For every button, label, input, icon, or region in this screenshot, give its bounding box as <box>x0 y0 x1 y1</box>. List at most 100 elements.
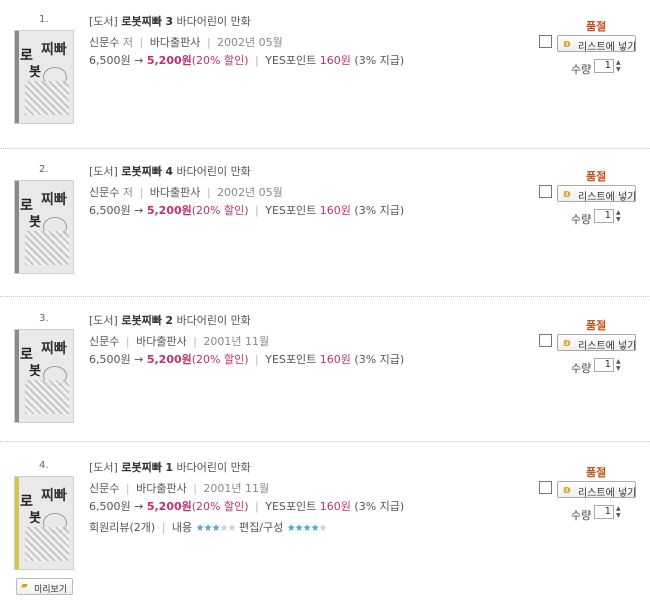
book-title-link[interactable]: 로봇찌빠 <box>121 461 161 474</box>
select-checkbox[interactable] <box>539 185 552 198</box>
add-to-list-button[interactable]: ʚ 리스트에 넣기 <box>557 334 636 352</box>
select-checkbox[interactable] <box>539 481 552 494</box>
rating-edit-stars: ★★★★★ <box>286 523 328 534</box>
points-label: YES포인트 <box>265 353 317 366</box>
status-badge: 품절 <box>586 466 607 479</box>
rating-content-label: 내용 <box>171 521 193 534</box>
cover-art <box>25 231 69 265</box>
member-review-link[interactable]: 회원리뷰 <box>89 521 129 534</box>
basket-icon: ʚ <box>563 483 572 496</box>
product-item-4: 4. 로 봇 찌빠 [도서] 로봇찌빠 1 바다어린이 만화 신문수 | 바다출… <box>0 446 650 613</box>
down-arrow-icon[interactable]: ▼ <box>616 365 624 372</box>
cover-art-glyph: 찌빠 <box>41 488 67 504</box>
publisher-link[interactable]: 바다출판사 <box>150 186 201 199</box>
points-value: 160원 <box>319 204 351 217</box>
divider: | <box>139 186 144 199</box>
quantity-input[interactable]: 1 <box>594 358 614 372</box>
book-cover[interactable]: 로 봇 찌빠 <box>14 329 74 423</box>
quantity-input[interactable]: 1 <box>594 209 614 223</box>
divider: | <box>255 204 259 217</box>
preview-label: 미리보기 <box>34 585 68 595</box>
sale-price: 5,200원 <box>146 54 192 67</box>
basket-icon: ʚ <box>563 37 572 50</box>
cover-stripe <box>15 181 19 273</box>
quantity-input[interactable]: 1 <box>594 505 614 519</box>
review-line: 회원리뷰(2개) | 내용 ★★★★★ 편집/구성 ★★★★★ <box>89 519 328 535</box>
price-line: 6,500원 → 5,200원(20% 할인) | YES포인트 160원 (3… <box>89 498 404 514</box>
points-label: YES포인트 <box>265 204 317 217</box>
divider: | <box>255 353 259 366</box>
book-title-link[interactable]: 로봇찌빠 <box>121 165 161 178</box>
book-cover[interactable]: 로 봇 찌빠 <box>14 476 74 570</box>
list-price: 6,500원 <box>89 500 131 513</box>
sale-price: 5,200원 <box>146 204 192 217</box>
divider: | <box>206 186 211 199</box>
category-label: [도서] <box>89 165 118 178</box>
title-line: [도서] 로봇찌빠 4 바다어린이 만화 <box>89 163 251 179</box>
down-arrow-icon[interactable]: ▼ <box>616 66 624 73</box>
add-to-list-button[interactable]: ʚ 리스트에 넣기 <box>557 481 637 499</box>
cover-art-glyph: 봇 <box>29 364 41 379</box>
quantity-stepper[interactable]: ▲ ▼ <box>616 209 624 223</box>
title-line: [도서] 로봇찌빠 1 바다어린이 만화 <box>89 459 251 475</box>
price-line: 6,500원 → 5,200원(20% 할인) | YES포인트 160원 (3… <box>89 351 404 367</box>
divider: | <box>206 36 211 49</box>
preview-button[interactable]: ▰ 미리보기 <box>16 578 73 595</box>
down-arrow-icon[interactable]: ▼ <box>616 512 624 519</box>
select-checkbox[interactable] <box>539 334 552 347</box>
up-arrow-icon[interactable]: ▲ <box>616 505 624 512</box>
select-checkbox[interactable] <box>539 35 552 48</box>
cover-art <box>25 527 69 561</box>
publisher-link[interactable]: 바다출판사 <box>136 335 187 348</box>
list-price: 6,500원 <box>89 54 131 67</box>
publisher-link[interactable]: 바다출판사 <box>136 482 187 495</box>
publish-date: 2001년 11월 <box>203 482 270 495</box>
down-arrow-icon[interactable]: ▼ <box>616 216 624 223</box>
cover-stripe <box>15 31 19 123</box>
publish-date: 2002년 05월 <box>217 36 283 49</box>
discount-rate: (20% 할인) <box>191 204 249 217</box>
points-value: 160원 <box>319 500 351 513</box>
arrow-icon: → <box>134 353 144 366</box>
divider: | <box>161 521 166 534</box>
author-link[interactable]: 신문수 <box>89 36 119 49</box>
quantity-stepper[interactable]: ▲ ▼ <box>616 358 624 372</box>
book-title-link[interactable]: 로봇찌빠 <box>121 314 161 327</box>
author-link[interactable]: 신문수 <box>89 186 119 199</box>
author-link[interactable]: 신문수 <box>89 482 119 495</box>
product-item-3: 3. 로 봇 찌빠 [도서] 로봇찌빠 2 바다어린이 만화 신문수 | 바다출… <box>0 299 650 447</box>
up-arrow-icon[interactable]: ▲ <box>616 59 624 66</box>
add-to-list-button[interactable]: ʚ 리스트에 넣기 <box>557 35 636 53</box>
add-to-list-label: 리스트에 넣기 <box>578 488 637 499</box>
quantity-stepper[interactable]: ▲ ▼ <box>616 505 624 519</box>
arrow-icon: → <box>134 204 144 217</box>
cover-art-glyph: 찌빠 <box>41 192 67 208</box>
divider: | <box>255 54 259 67</box>
book-title-link[interactable]: 로봇찌빠 <box>121 15 161 28</box>
basket-icon: ʚ <box>563 187 572 200</box>
item-number: 2. <box>39 164 49 175</box>
quantity-input[interactable]: 1 <box>594 59 614 73</box>
divider: | <box>139 36 144 49</box>
publisher-link[interactable]: 바다출판사 <box>150 36 201 49</box>
cover-art-glyph: 봇 <box>29 215 41 230</box>
discount-rate: (20% 할인) <box>191 54 249 67</box>
book-icon: ▰ <box>21 581 28 591</box>
up-arrow-icon[interactable]: ▲ <box>616 358 624 365</box>
sale-price: 5,200원 <box>146 353 192 366</box>
book-cover[interactable]: 로 봇 찌빠 <box>14 30 74 124</box>
author-line: 신문수 저 | 바다출판사 | 2002년 05월 <box>89 34 283 50</box>
author-link[interactable]: 신문수 <box>89 335 119 348</box>
quantity-stepper[interactable]: ▲ ▼ <box>616 59 624 73</box>
volume-number: 3 <box>165 15 173 28</box>
points-rate: (3% 지급) <box>354 353 405 366</box>
book-cover[interactable]: 로 봇 찌빠 <box>14 180 74 274</box>
category-label: [도서] <box>89 461 118 474</box>
quantity-label: 수량 <box>571 509 592 522</box>
points-rate: (3% 지급) <box>354 500 405 513</box>
publish-date: 2001년 11월 <box>203 335 270 348</box>
add-to-list-button[interactable]: ʚ 리스트에 넣기 <box>557 185 636 203</box>
divider: | <box>193 335 197 348</box>
category-label: [도서] <box>89 314 118 327</box>
up-arrow-icon[interactable]: ▲ <box>616 209 624 216</box>
